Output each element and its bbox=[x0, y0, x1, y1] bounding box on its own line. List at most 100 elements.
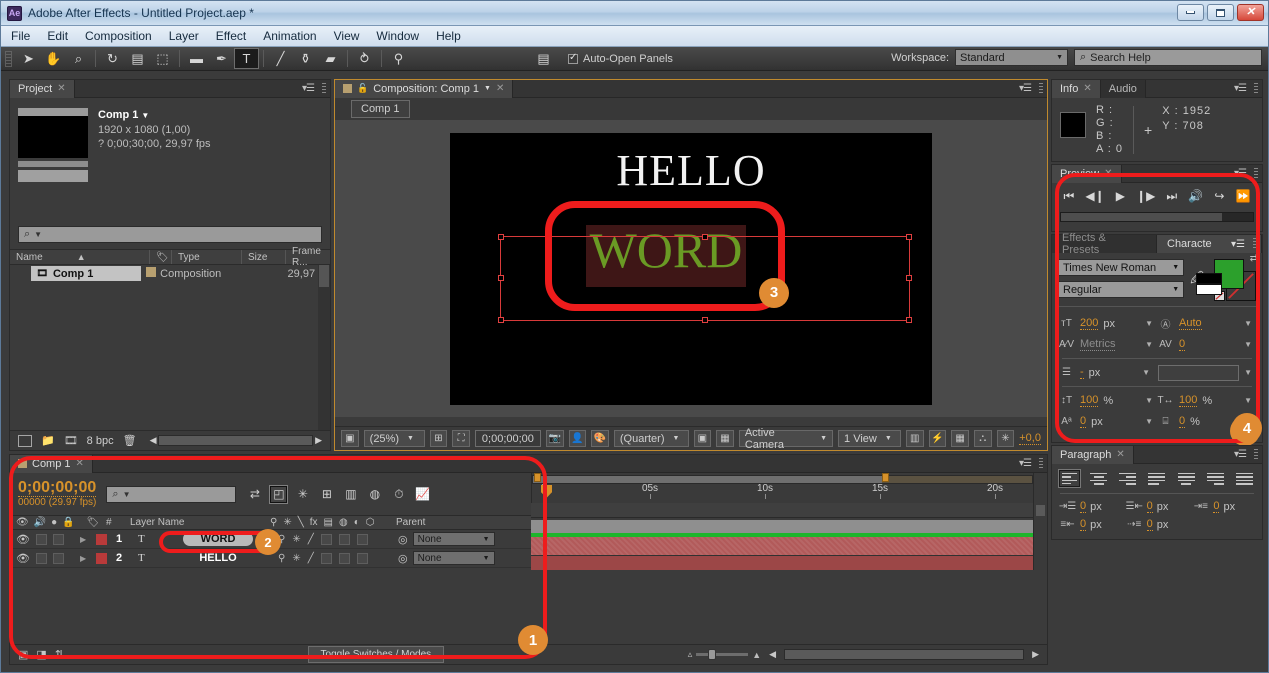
menu-item-animation[interactable]: Animation bbox=[263, 29, 316, 43]
preview-progress-bar[interactable] bbox=[1060, 212, 1254, 222]
expand-layer-triangle[interactable]: ▶ bbox=[80, 549, 96, 567]
clone-stamp-tool[interactable]: ⚱ bbox=[293, 48, 318, 69]
column-type[interactable]: Type bbox=[172, 250, 242, 264]
menu-item-file[interactable]: File bbox=[11, 29, 30, 43]
panel-grip[interactable] bbox=[1039, 83, 1043, 95]
layer-quality-switch[interactable]: ╱ bbox=[308, 553, 314, 564]
composition-mini-flowchart-icon[interactable]: ⇄ bbox=[246, 486, 263, 503]
tab-character[interactable]: Characte ▾☰ bbox=[1157, 235, 1262, 253]
close-icon[interactable]: ✕ bbox=[1104, 168, 1112, 179]
tab-effects-presets[interactable]: Effects & Presets bbox=[1052, 232, 1157, 256]
region-of-interest-icon[interactable]: ⛶ bbox=[452, 430, 470, 447]
view-layout-select[interactable]: 1 View ▼ bbox=[838, 430, 901, 447]
project-horizontal-scrollbar[interactable] bbox=[158, 435, 314, 446]
current-time-indicator[interactable] bbox=[541, 485, 552, 498]
breadcrumb[interactable]: Comp 1 bbox=[351, 100, 410, 118]
show-snapshot-icon[interactable]: 👤 bbox=[568, 430, 587, 447]
parent-select[interactable]: None ▼ bbox=[412, 532, 495, 546]
new-folder-icon[interactable]: 📁 bbox=[41, 434, 55, 447]
font-style-select[interactable]: Regular ▼ bbox=[1058, 281, 1185, 298]
fast-previews-icon[interactable]: ⚡ bbox=[928, 430, 947, 447]
timeline-search-input[interactable]: ⌕ ▼ bbox=[106, 485, 237, 503]
layer-frameblend-switch[interactable] bbox=[320, 533, 332, 545]
horizontal-scale-value[interactable]: 100 bbox=[1179, 394, 1198, 407]
chevron-down-icon[interactable]: ▼ bbox=[1145, 396, 1157, 405]
menu-item-window[interactable]: Window bbox=[376, 29, 419, 43]
tab-paragraph[interactable]: Paragraph ✕ bbox=[1052, 445, 1134, 464]
layer-2-track[interactable] bbox=[531, 537, 1047, 556]
tab-info[interactable]: Info ✕ bbox=[1052, 79, 1101, 98]
scrollbar-thumb[interactable] bbox=[319, 265, 329, 287]
panel-grip[interactable] bbox=[1254, 449, 1258, 461]
toggle-switches-modes-button[interactable]: Toggle Switches / Modes bbox=[307, 646, 445, 663]
layer-quality-switch[interactable]: ╱ bbox=[308, 534, 314, 545]
timeline-zoom-slider[interactable]: ▵ ▲ bbox=[688, 649, 761, 660]
menu-item-effect[interactable]: Effect bbox=[216, 29, 246, 43]
first-frame-button[interactable]: ⏮ bbox=[1064, 189, 1075, 204]
panel-menu-icon[interactable]: ▾☰ bbox=[1231, 239, 1245, 250]
snapshot-icon[interactable]: 📷 bbox=[545, 430, 564, 447]
close-icon[interactable]: ✕ bbox=[57, 83, 65, 94]
play-button[interactable]: ▶ bbox=[1116, 189, 1125, 203]
eraser-tool[interactable]: ▰ bbox=[318, 48, 343, 69]
exposure-reset-icon[interactable]: ✳ bbox=[996, 430, 1015, 447]
timeline-horizontal-scrollbar[interactable] bbox=[784, 649, 1025, 660]
scroll-right-icon[interactable]: ▶ bbox=[1032, 649, 1039, 660]
selection-tool[interactable]: ➤ bbox=[16, 48, 41, 69]
layer-solo-toggle[interactable] bbox=[52, 552, 64, 564]
font-size-value[interactable]: 200 bbox=[1080, 317, 1099, 330]
exposure-value[interactable]: +0,0 bbox=[1019, 432, 1041, 445]
puppet-pin-tool[interactable]: ⚲ bbox=[386, 48, 411, 69]
menu-item-help[interactable]: Help bbox=[436, 29, 461, 43]
close-icon[interactable]: ✕ bbox=[76, 458, 84, 469]
layer-solo-toggle[interactable] bbox=[52, 533, 64, 545]
scrollbar-thumb[interactable] bbox=[1036, 505, 1045, 516]
parent-pickwhip-icon[interactable]: ◎ bbox=[398, 552, 408, 565]
tsume-value[interactable]: 0 bbox=[1179, 415, 1186, 428]
layer-3d-switch[interactable] bbox=[356, 552, 368, 564]
current-time-code[interactable]: 0;00;00;00 bbox=[18, 480, 97, 497]
panel-grip[interactable] bbox=[1254, 83, 1258, 95]
work-area-end-handle[interactable] bbox=[882, 473, 889, 482]
justify-last-right-button[interactable] bbox=[1205, 470, 1226, 487]
space-after-value[interactable]: 0 bbox=[1146, 518, 1153, 531]
project-item-name[interactable]: 🎞 Comp 1 bbox=[30, 266, 142, 281]
word-layer-name[interactable]: WORD bbox=[182, 532, 254, 546]
auto-open-panels-toggle[interactable]: Auto-Open Panels bbox=[568, 52, 673, 65]
hand-tool[interactable]: ✋ bbox=[41, 48, 66, 69]
panel-menu-icon[interactable]: ▾☰ bbox=[1234, 449, 1247, 460]
align-center-button[interactable] bbox=[1088, 470, 1109, 487]
last-frame-button[interactable]: ⏭ bbox=[1166, 189, 1177, 204]
layer-1-track[interactable] bbox=[531, 518, 1047, 537]
menu-item-layer[interactable]: Layer bbox=[169, 29, 199, 43]
panel-menu-icon[interactable]: ▾☰ bbox=[1234, 168, 1247, 179]
tab-audio[interactable]: Audio bbox=[1100, 79, 1146, 98]
transparency-grid-icon[interactable]: ▦ bbox=[716, 430, 734, 447]
frame-blending-icon[interactable]: ⊞ bbox=[318, 486, 335, 503]
zoom-in-icon[interactable]: ▲ bbox=[752, 650, 761, 660]
expand-layer-triangle[interactable]: ▶ bbox=[80, 530, 96, 548]
panel-menu-icon[interactable]: ▾☰ bbox=[1019, 458, 1032, 469]
pan-behind-tool[interactable]: ⬚ bbox=[150, 48, 175, 69]
indent-left-value[interactable]: 0 bbox=[1080, 500, 1087, 513]
layer-collapse-switch[interactable]: ✳ bbox=[292, 534, 300, 545]
justify-all-button[interactable] bbox=[1234, 470, 1255, 487]
zoom-track[interactable] bbox=[696, 649, 749, 660]
camera-tool[interactable]: ▤ bbox=[125, 48, 150, 69]
close-button[interactable]: ✕ bbox=[1237, 4, 1264, 21]
close-icon[interactable]: ✕ bbox=[496, 83, 504, 94]
new-comp-icon[interactable] bbox=[18, 434, 32, 447]
layer-audio-toggle[interactable] bbox=[35, 552, 47, 564]
roto-brush-tool[interactable]: ⥁ bbox=[352, 48, 377, 69]
layer-motionblur-switch[interactable] bbox=[338, 552, 350, 564]
zoom-out-icon[interactable]: ▵ bbox=[688, 649, 693, 660]
menu-item-composition[interactable]: Composition bbox=[85, 29, 152, 43]
align-left-button[interactable] bbox=[1059, 470, 1080, 487]
zoom-knob[interactable] bbox=[708, 649, 717, 660]
justify-last-center-button[interactable] bbox=[1176, 470, 1197, 487]
resolution-select[interactable]: (Quarter) ▼ bbox=[613, 430, 689, 447]
close-icon[interactable]: ✕ bbox=[1116, 449, 1124, 460]
work-area-bar[interactable] bbox=[532, 475, 1033, 484]
new-footage-icon[interactable]: 🎞 bbox=[64, 434, 78, 447]
expand-columns-icon[interactable]: ⇅ bbox=[55, 648, 64, 661]
